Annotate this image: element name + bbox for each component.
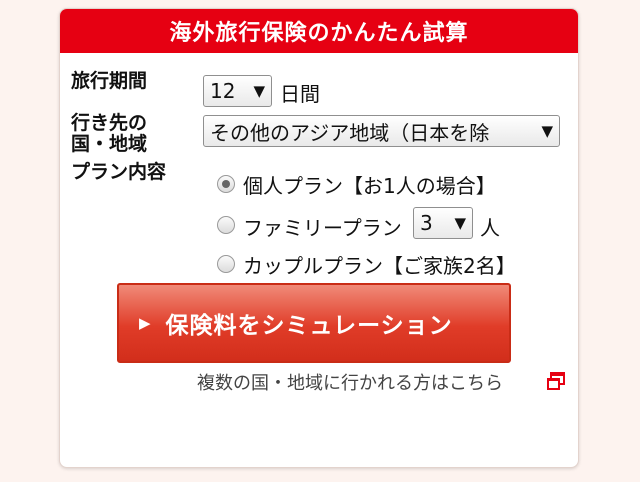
period-select[interactable]: 12 ▼ xyxy=(203,75,272,107)
destination-select[interactable]: その他のアジア地域（日本を除 ▼ xyxy=(203,115,560,147)
plan-radio-couple[interactable] xyxy=(217,255,235,273)
panel-title: 海外旅行保険のかんたん試算 xyxy=(60,9,578,53)
calculator-panel: 海外旅行保険のかんたん試算 旅行期間 12 ▼ 日間 行き先の 国・地域 その他… xyxy=(59,8,579,468)
simulate-button[interactable]: ▶ 保険料をシミュレーション xyxy=(117,283,511,363)
chevron-down-icon: ▼ xyxy=(454,214,466,232)
chevron-down-icon: ▼ xyxy=(541,122,553,140)
family-count-select[interactable]: 3 ▼ xyxy=(413,207,473,239)
destination-label-line2: 国・地域 xyxy=(71,133,148,155)
simulate-button-label: 保険料をシミュレーション xyxy=(165,313,453,339)
plan-option-couple-label: カップルプラン【ご家族2名】 xyxy=(243,254,516,278)
period-select-value: 12 xyxy=(210,79,236,103)
plan-label: プラン内容 xyxy=(71,161,167,183)
plan-option-family-label: ファミリープラン xyxy=(243,216,402,240)
family-count-value: 3 xyxy=(420,211,433,235)
destination-label-line1: 行き先の xyxy=(71,112,148,134)
plan-radio-individual[interactable] xyxy=(217,175,235,193)
family-count-unit: 人 xyxy=(480,216,500,240)
chevron-down-icon: ▼ xyxy=(253,82,265,100)
external-window-icon[interactable] xyxy=(546,372,565,391)
destination-select-value: その他のアジア地域（日本を除 xyxy=(210,120,490,145)
play-arrow-icon: ▶ xyxy=(139,314,152,332)
period-unit: 日間 xyxy=(280,82,320,106)
period-label: 旅行期間 xyxy=(71,70,148,92)
plan-radio-family[interactable] xyxy=(217,216,235,234)
plan-option-individual-label: 個人プラン【お1人の場合】 xyxy=(243,174,496,198)
multi-destination-link[interactable]: 複数の国・地域に行かれる方はこちら xyxy=(197,369,503,395)
